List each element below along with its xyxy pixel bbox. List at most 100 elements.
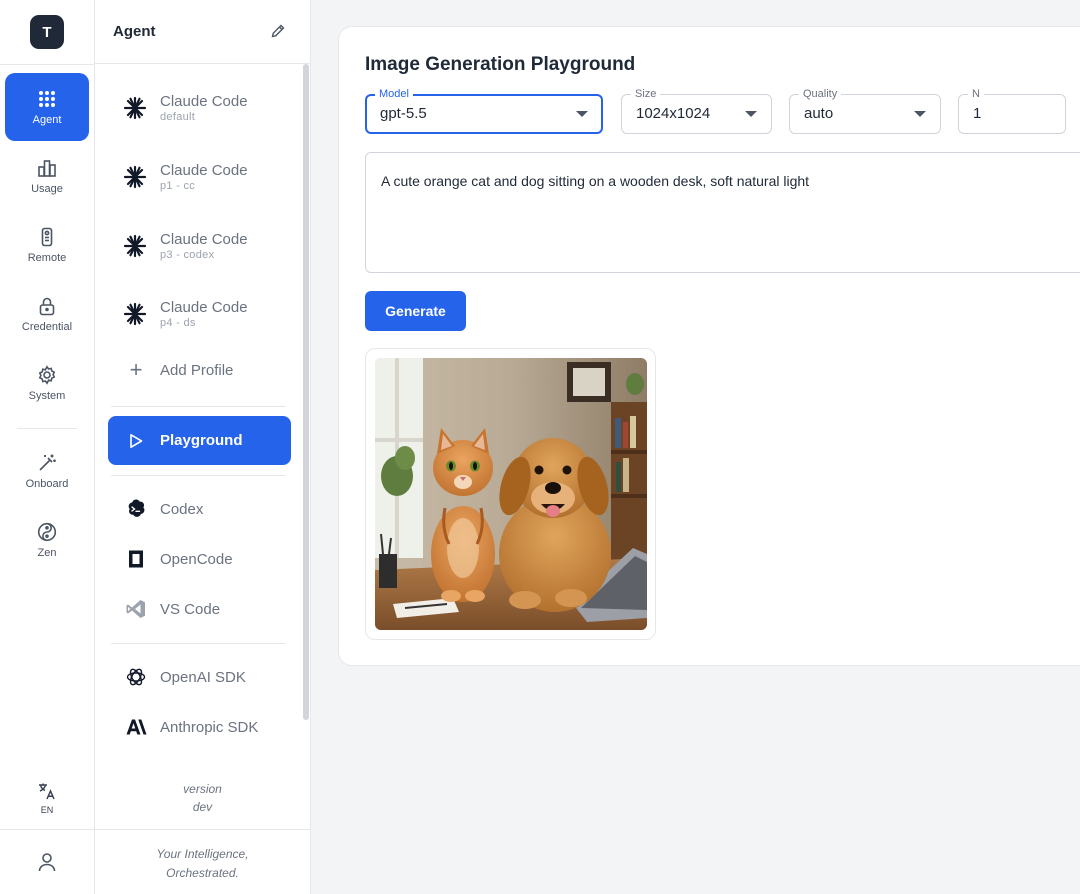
tool-item-vscode[interactable]: VS Code: [125, 598, 220, 620]
n-label: N: [968, 87, 984, 101]
version-value: dev: [192, 800, 213, 814]
add-profile-label: Add Profile: [160, 361, 234, 379]
claude-asterisk-icon: [123, 302, 147, 326]
tagline-line-1: Your Intelligence,: [156, 847, 249, 861]
profile-sub: p3 - codex: [160, 248, 215, 261]
rail-item-label: Credential: [21, 320, 73, 333]
profile-sub: default: [160, 110, 196, 123]
user-icon[interactable]: [36, 851, 58, 873]
bar-chart-icon: [38, 159, 56, 177]
n-input[interactable]: N 1: [958, 87, 1066, 134]
rail-item-label: System: [28, 389, 66, 402]
chevron-down-icon: [745, 111, 757, 117]
agent-sidebar: Agent Claude Code default Claude Code p1…: [95, 0, 311, 894]
vscode-icon: [125, 598, 147, 620]
tool-label: Codex: [160, 500, 204, 518]
rail-item-remote[interactable]: Remote: [5, 211, 89, 279]
tool-label: VS Code: [160, 600, 221, 618]
opencode-icon: [125, 548, 147, 570]
quality-select[interactable]: Quality auto: [789, 87, 941, 134]
profile-name: Claude Code: [160, 92, 248, 110]
model-value: gpt-5.5: [380, 105, 427, 122]
rail-item-label: Remote: [27, 251, 67, 264]
chevron-down-icon: [576, 111, 588, 117]
tagline: Your Intelligence, Orchestrated.: [95, 845, 310, 883]
sdk-item-anthropic[interactable]: Anthropic SDK: [125, 716, 258, 738]
model-label: Model: [375, 87, 413, 101]
rail-item-label: Onboard: [25, 477, 69, 490]
version-label: version: [183, 782, 222, 796]
profile-name: Claude Code: [160, 298, 248, 316]
rail-item-usage[interactable]: Usage: [5, 142, 89, 210]
tagline-line-2: Orchestrated.: [166, 866, 239, 880]
rail-item-system[interactable]: System: [5, 349, 89, 417]
rail-item-zen[interactable]: Zen: [5, 506, 89, 574]
profile-item[interactable]: Claude Code p4 - ds: [123, 289, 293, 339]
model-select[interactable]: Model gpt-5.5: [365, 87, 603, 134]
size-select[interactable]: Size 1024x1024: [621, 87, 772, 134]
gear-icon: [38, 364, 56, 385]
rail-item-onboard[interactable]: Onboard: [5, 437, 89, 505]
playground-card: Image Generation Playground Model gpt-5.…: [338, 26, 1080, 666]
sidebar-divider: [111, 475, 286, 476]
claude-asterisk-icon: [123, 96, 147, 120]
sidebar-divider: [95, 829, 310, 830]
sdk-item-openai[interactable]: OpenAI SDK: [125, 666, 246, 688]
rail-item-agent[interactable]: Agent: [5, 73, 89, 141]
playground-label: Playground: [160, 432, 243, 449]
language-label: EN: [40, 805, 54, 815]
version-info: version dev: [95, 780, 310, 816]
n-value: 1: [973, 105, 982, 122]
codex-icon: [125, 498, 147, 520]
play-icon: [130, 433, 143, 448]
sidebar-divider: [111, 643, 286, 644]
sidebar-title: Agent: [113, 23, 156, 40]
tool-item-codex[interactable]: Codex: [125, 498, 203, 520]
size-value: 1024x1024: [636, 105, 711, 122]
rail-divider: [0, 829, 95, 830]
chevron-down-icon: [914, 111, 926, 117]
generate-button[interactable]: Generate: [365, 291, 466, 331]
magic-wand-icon: [39, 454, 56, 471]
claude-asterisk-icon: [123, 165, 147, 189]
rail-divider: [17, 428, 77, 429]
rail-item-credential[interactable]: Credential: [5, 280, 89, 348]
sidebar-scrollbar[interactable]: [303, 64, 309, 720]
size-label: Size: [631, 87, 661, 101]
prompt-textarea[interactable]: A cute orange cat and dog sitting on a w…: [365, 152, 1080, 273]
quality-value: auto: [804, 105, 834, 122]
yin-yang-icon: [37, 522, 57, 541]
sidebar-header: Agent: [95, 0, 310, 64]
grid-dots-icon: [39, 90, 55, 107]
rail-item-label: Agent: [32, 113, 62, 126]
profile-name: Claude Code: [160, 230, 248, 248]
profile-item[interactable]: Claude Code default: [123, 83, 293, 133]
generated-image-card[interactable]: [365, 348, 656, 640]
prompt-text: A cute orange cat and dog sitting on a w…: [381, 173, 810, 189]
pencil-icon[interactable]: [270, 23, 286, 39]
openai-icon: [125, 666, 147, 688]
app-logo[interactable]: T: [30, 15, 64, 49]
quality-label: Quality: [799, 87, 842, 101]
profile-item[interactable]: Claude Code p1 - cc: [123, 152, 293, 202]
rail-item-label: Usage: [31, 182, 63, 195]
tool-label: OpenCode: [160, 550, 233, 568]
add-profile-button[interactable]: + Add Profile: [125, 357, 234, 382]
rail-item-label: Zen: [37, 546, 57, 559]
translate-icon: [39, 783, 55, 800]
lock-icon: [39, 297, 55, 315]
plus-icon: +: [129, 357, 143, 382]
remote-control-icon: [41, 227, 53, 246]
sdk-label: Anthropic SDK: [160, 718, 259, 736]
rail-divider: [0, 64, 95, 65]
claude-asterisk-icon: [123, 234, 147, 258]
language-switcher[interactable]: EN: [30, 781, 64, 815]
tool-item-opencode[interactable]: OpenCode: [125, 548, 233, 570]
icon-rail: T Agent Usage Remote Credential System O…: [0, 0, 95, 894]
profile-sub: p4 - ds: [160, 316, 196, 329]
profile-sub: p1 - cc: [160, 179, 196, 192]
anthropic-icon: [125, 716, 147, 738]
playground-button[interactable]: Playground: [108, 416, 291, 465]
profile-item[interactable]: Claude Code p3 - codex: [123, 221, 293, 271]
sdk-label: OpenAI SDK: [160, 668, 246, 686]
